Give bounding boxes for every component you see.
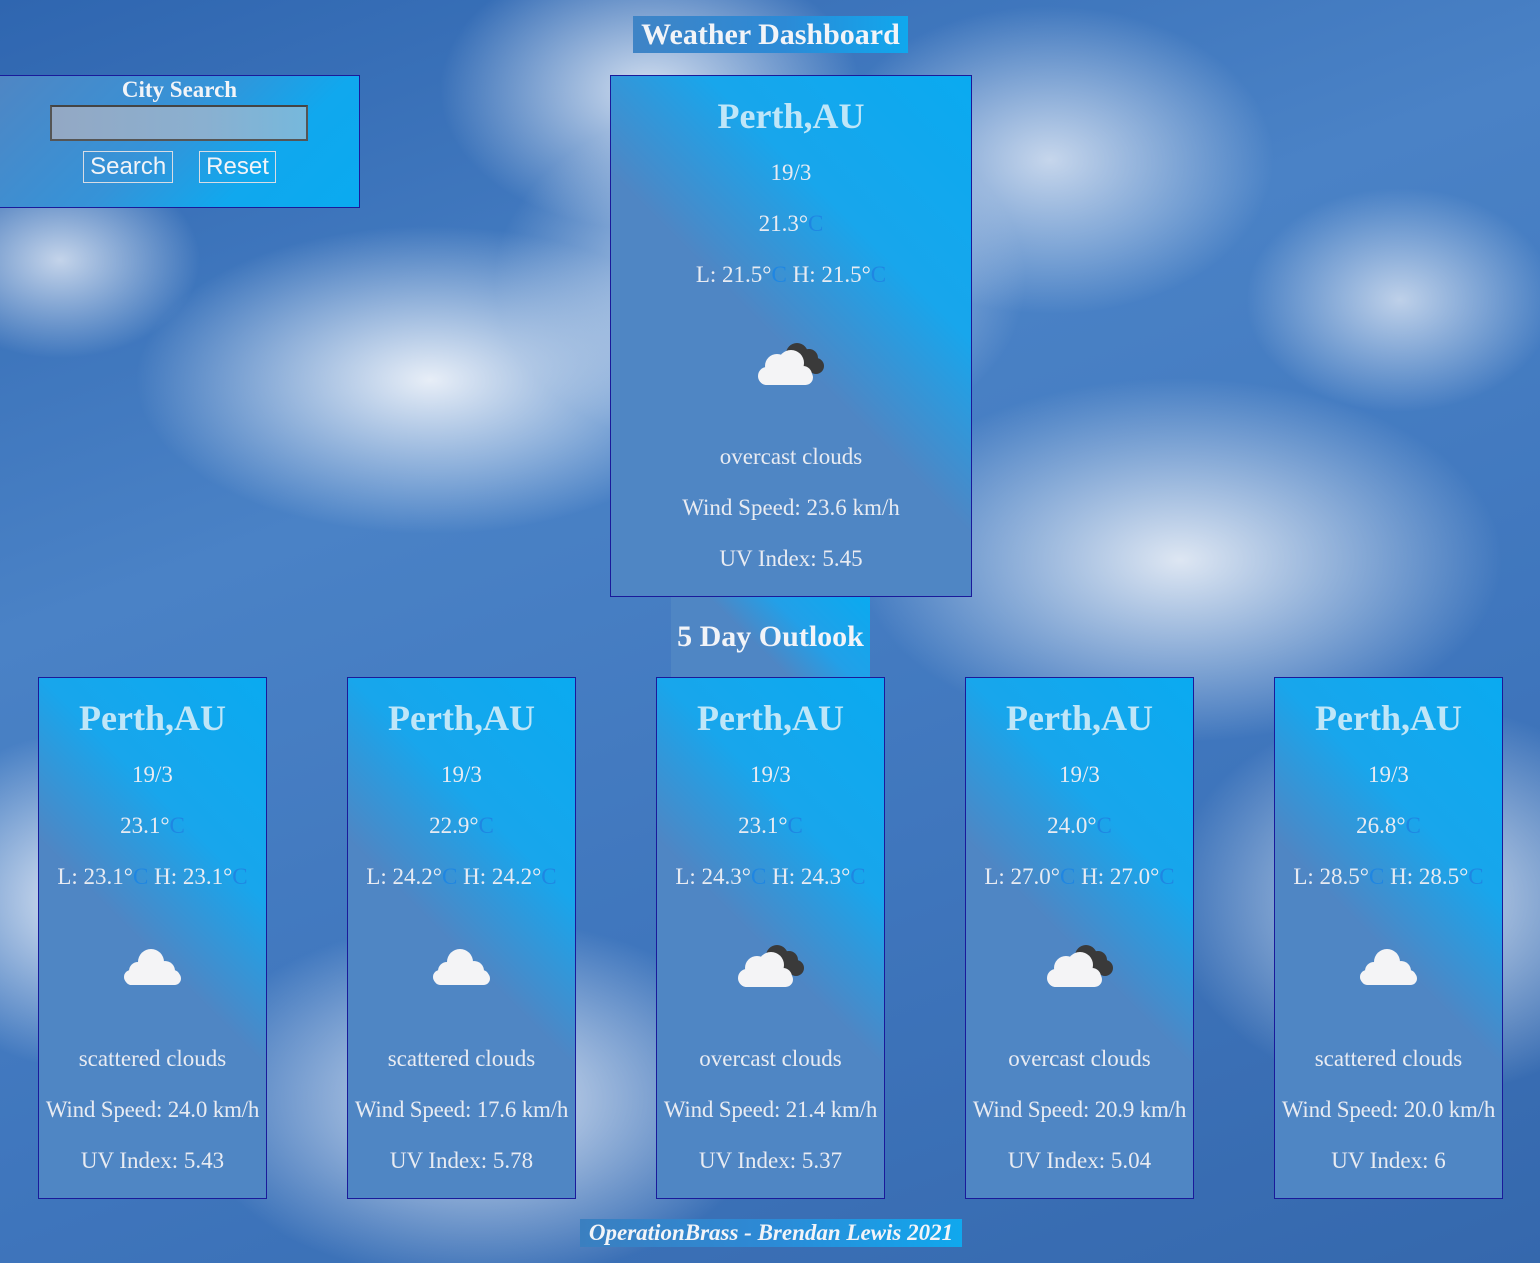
weather-description: overcast clouds [719,444,863,469]
temperature: 23.1°C [120,813,185,838]
city-search-label: City Search [121,77,238,102]
forecast-card: Perth,AU 19/3 23.1°C L: 23.1°C H: 23.1°C… [38,677,267,1199]
search-button[interactable]: Search [83,151,174,183]
forecast-card: Perth,AU 19/3 24.0°C L: 27.0°C H: 27.0°C… [965,677,1194,1199]
city-name: Perth,AU [79,698,226,738]
overcast-clouds-icon [657,940,884,992]
reset-button[interactable]: Reset [199,151,276,183]
scattered-clouds-icon [39,944,266,988]
wind-speed: Wind Speed: 17.6 km/h [354,1097,569,1122]
overcast-clouds-icon [611,338,971,390]
date: 19/3 [441,762,482,787]
scattered-clouds-icon [1275,944,1502,988]
temperature: 26.8°C [1356,813,1421,838]
city-name: Perth,AU [1006,698,1153,738]
low-high: L: 23.1°C H: 23.1°C [57,864,248,889]
weather-description: overcast clouds [1008,1046,1151,1071]
weather-description: scattered clouds [1314,1046,1463,1071]
page-title: Weather Dashboard [633,16,908,53]
uv-index: UV Index: 5.43 [80,1148,225,1173]
city-name: Perth,AU [697,698,844,738]
scattered-clouds-icon [348,944,575,988]
wind-speed: Wind Speed: 24.0 km/h [45,1097,260,1122]
low-high: L: 24.2°C H: 24.2°C [366,864,557,889]
date: 19/3 [750,762,791,787]
date: 19/3 [132,762,173,787]
low-high: L: 28.5°C H: 28.5°C [1293,864,1484,889]
page: { "title": "Weather Dashboard", "search"… [0,0,1540,1263]
current-weather-card: Perth,AU 19/3 21.3°C L: 21.5°C H: 21.5°C… [610,75,972,597]
city-name: Perth,AU [1315,698,1462,738]
low-high: L: 24.3°C H: 24.3°C [675,864,866,889]
search-buttons: Search Reset [0,151,359,183]
overcast-clouds-icon [966,940,1193,992]
five-day-outlook-title: 5 Day Outlook [671,597,870,677]
wind-speed: Wind Speed: 20.9 km/h [972,1097,1187,1122]
wind-speed: Wind Speed: 21.4 km/h [663,1097,878,1122]
date: 19/3 [770,160,812,185]
temperature: 21.3°C [758,211,824,236]
uv-index: UV Index: 5.04 [1007,1148,1152,1173]
uv-index: UV Index: 5.37 [698,1148,843,1173]
weather-description: scattered clouds [78,1046,227,1071]
weather-description: overcast clouds [699,1046,842,1071]
forecast-card: Perth,AU 19/3 23.1°C L: 24.3°C H: 24.3°C… [656,677,885,1199]
footer-credit: OperationBrass - Brendan Lewis 2021 [580,1219,962,1247]
weather-description: scattered clouds [387,1046,536,1071]
low-high: L: 27.0°C H: 27.0°C [984,864,1175,889]
date: 19/3 [1368,762,1409,787]
city-search-input[interactable] [50,105,308,141]
forecast-card: Perth,AU 19/3 22.9°C L: 24.2°C H: 24.2°C… [347,677,576,1199]
uv-index: UV Index: 6 [1331,1148,1446,1173]
temperature: 22.9°C [429,813,494,838]
temperature: 23.1°C [738,813,803,838]
forecast-card: Perth,AU 19/3 26.8°C L: 28.5°C H: 28.5°C… [1274,677,1503,1199]
wind-speed: Wind Speed: 23.6 km/h [682,495,900,520]
uv-index: UV Index: 5.78 [389,1148,534,1173]
uv-index: UV Index: 5.45 [719,546,863,571]
city-name: Perth,AU [388,698,535,738]
low-high: L: 21.5°C H: 21.5°C [695,262,887,287]
temperature: 24.0°C [1047,813,1112,838]
wind-speed: Wind Speed: 20.0 km/h [1281,1097,1496,1122]
city-name: Perth,AU [717,96,865,136]
date: 19/3 [1059,762,1100,787]
city-search-panel: City Search Search Reset [0,75,360,208]
